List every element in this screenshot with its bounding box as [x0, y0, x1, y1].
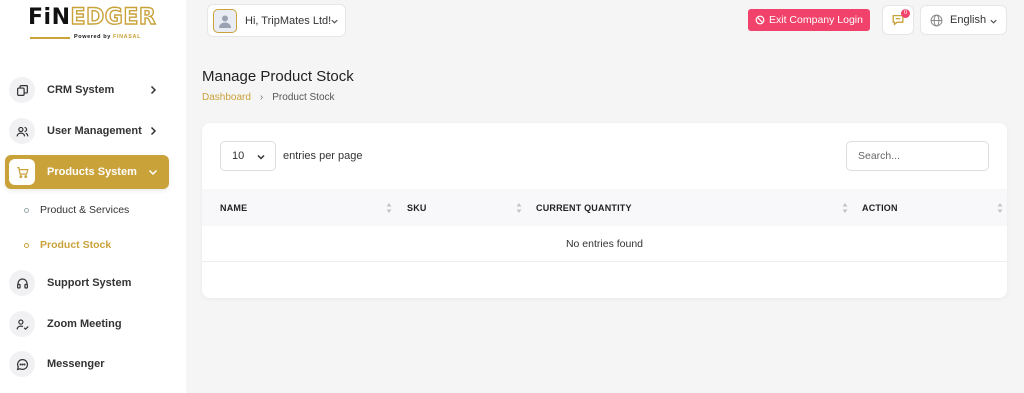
chevron-down-icon	[331, 19, 338, 24]
sidebar: FiNEDGER Powered by FINASAL CRM System U…	[0, 0, 186, 393]
language-label: English	[950, 14, 987, 26]
breadcrumb: Dashboard › Product Stock	[202, 92, 335, 103]
sort-icon[interactable]	[997, 202, 1003, 214]
logo[interactable]: FiNEDGER Powered by FINASAL	[28, 5, 158, 44]
sort-icon[interactable]	[516, 202, 522, 214]
sort-icon[interactable]	[842, 202, 848, 214]
sidebar-item-label: CRM System	[47, 84, 115, 96]
user-profile-dropdown[interactable]: Hi, TripMates Ltd!	[207, 4, 346, 37]
sidebar-item-label: User Management	[47, 125, 142, 137]
globe-icon	[930, 14, 943, 26]
cart-icon	[9, 159, 35, 185]
bullet-icon	[24, 207, 29, 213]
column-header-name[interactable]: NAME	[220, 189, 247, 226]
column-header-sku[interactable]: SKU	[407, 189, 427, 226]
crm-icon	[9, 77, 35, 103]
notifications-button[interactable]: 0	[882, 5, 914, 35]
sidebar-subitem-product-stock[interactable]: Product Stock	[24, 239, 111, 251]
entries-per-page-label: entries per page	[283, 150, 363, 162]
page-title: Manage Product Stock	[202, 68, 354, 85]
sidebar-item-label: Products System	[47, 166, 137, 178]
empty-message: No entries found	[565, 237, 644, 250]
product-stock-card: 10 entries per page NAME SKU CURRENT QUA…	[202, 123, 1007, 298]
table-header: NAME SKU CURRENT QUANTITY ACTION	[202, 189, 1007, 226]
user-check-icon	[9, 311, 35, 337]
bullet-icon	[24, 242, 29, 248]
sidebar-item-label: Support System	[47, 277, 132, 289]
sidebar-item-crm-system[interactable]: CRM System	[5, 73, 169, 107]
entries-per-page-value: 10	[232, 150, 245, 162]
column-header-current-quantity[interactable]: CURRENT QUANTITY	[536, 189, 632, 226]
message-icon	[9, 351, 35, 377]
column-header-action[interactable]: ACTION	[862, 189, 898, 226]
sidebar-item-user-management[interactable]: User Management	[5, 114, 169, 148]
search-input[interactable]	[846, 141, 989, 171]
breadcrumb-separator-icon: ›	[259, 92, 264, 103]
sidebar-item-label: Messenger	[47, 358, 105, 370]
user-greeting: Hi, TripMates Ltd!	[245, 14, 332, 27]
logo-underline	[30, 37, 70, 39]
sidebar-item-zoom-meeting[interactable]: Zoom Meeting	[5, 307, 169, 341]
chevron-right-icon	[150, 126, 157, 136]
exit-company-login-button[interactable]: Exit Company Login	[748, 9, 870, 31]
entries-per-page-select[interactable]: 10	[220, 141, 276, 171]
sidebar-subitem-product-services[interactable]: Product & Services	[24, 204, 129, 216]
headset-icon	[9, 270, 35, 296]
sidebar-item-support-system[interactable]: Support System	[5, 266, 169, 300]
chevron-down-icon	[990, 19, 997, 24]
logo-tagline: Powered by FINASAL	[74, 34, 142, 40]
chevron-down-icon	[257, 154, 265, 160]
table-empty-row: No entries found	[202, 226, 1007, 262]
exit-company-login-label: Exit Company Login	[769, 14, 863, 26]
sidebar-subitem-label: Product & Services	[40, 204, 130, 216]
language-selector[interactable]: English	[920, 5, 1007, 35]
chevron-right-icon	[150, 85, 157, 95]
sidebar-item-label: Zoom Meeting	[47, 318, 122, 330]
notification-count-badge: 0	[901, 9, 910, 18]
breadcrumb-current: Product Stock	[272, 92, 335, 103]
chevron-down-icon	[148, 169, 158, 176]
ban-icon	[755, 15, 765, 25]
sidebar-item-messenger[interactable]: Messenger	[5, 347, 169, 381]
users-icon	[9, 118, 35, 144]
sort-icon[interactable]	[386, 202, 392, 214]
logo-wordmark: FiNEDGER	[28, 5, 157, 30]
sidebar-item-products-system[interactable]: Products System	[5, 155, 169, 189]
avatar	[213, 8, 237, 33]
user-icon	[219, 15, 231, 28]
breadcrumb-dashboard-link[interactable]: Dashboard	[202, 92, 251, 103]
sidebar-subitem-label: Product Stock	[40, 239, 112, 251]
